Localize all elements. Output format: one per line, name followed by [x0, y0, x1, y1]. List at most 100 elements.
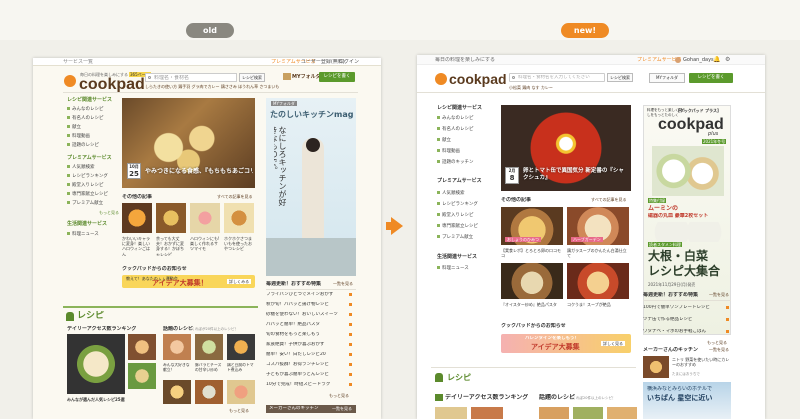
old-daily-item[interactable]: 砂糖を使わない！おいしいスイーツ	[266, 312, 346, 318]
gear-icon[interactable]: ⚙	[725, 56, 730, 64]
old-sidebar-item[interactable]: プレミアム献立	[67, 200, 103, 206]
new-logo[interactable]: cookpad	[449, 71, 507, 87]
old-article-thumb[interactable]	[122, 203, 152, 233]
old-article-thumb[interactable]	[156, 203, 186, 233]
old-topic-thumb[interactable]	[195, 380, 223, 404]
new-article-photo[interactable]	[567, 263, 629, 299]
new-maker-more[interactable]: 一覧を見る	[709, 347, 729, 352]
new-daily-item[interactable]: ワタナベ・マホのお手軽ごはん	[643, 329, 723, 335]
new-banner-button[interactable]: 詳しく見る	[601, 341, 625, 347]
new-topic-thumb[interactable]	[539, 407, 569, 419]
new-sidebar-item[interactable]: レシピランキング	[437, 201, 478, 207]
old-daily-item[interactable]: 旬の食材をもっと楽しもう	[266, 332, 346, 338]
old-topic-thumb[interactable]	[163, 380, 191, 404]
new-article-photo[interactable]: ハーブガーデン	[567, 207, 629, 245]
old-hotwords[interactable]: しらたきの使い方 鶏手羽 グラ肉でカレー 鶏ささみ ほうれん草 さつまいも	[145, 84, 279, 89]
new-hotwords[interactable]: 小松菜 鶏肉 なす カレー	[509, 85, 553, 90]
old-sidebar-more[interactable]: もっと見る	[99, 210, 119, 215]
new-article-title[interactable]: 【実食レポ】とろとろ卵のロコモコ	[501, 248, 563, 260]
new-search-input[interactable]: 料理名・食材名を入力してください	[509, 73, 605, 82]
new-sidebar-item[interactable]: 献立	[437, 137, 451, 143]
old-sidebar-item[interactable]: 専門家献立レシピ	[67, 191, 108, 197]
old-daily-item[interactable]: パパッと簡単！絶品パスタ	[266, 322, 346, 328]
new-article-title[interactable]: 鶏ガラスープのかんたん白湯仕立て	[567, 248, 629, 260]
new-topic-thumb[interactable]	[573, 407, 603, 419]
new-topic-thumb[interactable]	[607, 407, 637, 419]
old-post-button[interactable]: レシピを書く	[319, 72, 355, 82]
old-idea-banner[interactable]: 教えて！あなたのㇺㇺ運動会 アイデア大募集！ 詳しくみる	[122, 275, 255, 288]
old-daily-more2[interactable]: もっと見る	[329, 393, 349, 398]
old-search-button[interactable]: レシピ検索	[239, 73, 265, 82]
old-daily-item[interactable]: 簡単！安い！白だしレシピ20	[266, 352, 346, 358]
new-maker-item[interactable]: ニトリ 野菜を使いたい時にカレーのおすすめ	[672, 357, 730, 371]
new-sidebar-item[interactable]: 話題のキッチン	[437, 159, 474, 165]
old-daily-more[interactable]: 一覧を見る	[333, 281, 353, 286]
old-article-title[interactable]: 余っても大丈夫！おかずに変身する！かぼちゃレシピ	[156, 236, 187, 256]
old-ranking-caption[interactable]: みんなが選んだ人気レシピ25選	[67, 397, 125, 402]
old-daily-item[interactable]: フライパンひとつでメインおかず	[266, 292, 346, 298]
old-ranking-thumb[interactable]	[128, 334, 156, 360]
new-sidebar-item[interactable]: 料理ニュース	[437, 265, 469, 271]
new-maker-thumb[interactable]	[643, 356, 669, 378]
old-article-thumb[interactable]	[190, 203, 220, 233]
new-daily-more[interactable]: 一覧を見る	[709, 292, 729, 297]
old-ranking-thumb[interactable]	[128, 363, 156, 389]
old-topic-title[interactable]: みんな大好きな献立！	[163, 363, 192, 377]
old-maker-more[interactable]: 一覧を見る	[332, 406, 352, 411]
old-topic-thumb[interactable]	[227, 380, 255, 404]
old-article-thumb[interactable]	[224, 203, 254, 233]
old-topic-thumb[interactable]	[163, 334, 191, 360]
old-daily-item[interactable]: 子どもが喜ぶ簡単うどんレシピ	[266, 372, 346, 378]
new-daily-item[interactable]: 100円で簡単ワンプレートレシピ	[643, 305, 723, 311]
old-daily-item[interactable]: 秋が旬！パパッと揚げ物レシピ	[266, 302, 346, 308]
old-topic-title[interactable]: 豚バラとチーズの甘辛い炒め	[195, 363, 224, 377]
old-topic-thumb[interactable]	[227, 334, 255, 360]
new-sidebar-item[interactable]: プレミアム献立	[437, 234, 473, 240]
old-article-title[interactable]: かわいいキャラに変身！楽しいハロウィンごはん	[122, 236, 153, 256]
new-article-photo[interactable]: おしょうのひみつ	[501, 207, 563, 245]
old-sidebar-item[interactable]: 料理動画	[67, 133, 90, 139]
old-sidebar-item[interactable]: 献立	[67, 124, 81, 130]
old-article-title[interactable]: ホクホクさつまいもを使ったおやつレシピ	[224, 236, 255, 256]
old-article-title[interactable]: ハロウィンにも!楽しく作れるサツマイモ	[190, 236, 221, 256]
bell-icon[interactable]: 🔔	[713, 56, 720, 64]
old-recipe-more[interactable]: もっと見る	[229, 408, 249, 413]
old-topic-thumb[interactable]	[195, 334, 223, 360]
old-topic-title[interactable]: 鶏と豆腐のトマト煮込み	[227, 363, 256, 377]
old-login-link[interactable]: ログイン	[339, 59, 359, 66]
old-sidebar-item[interactable]: レシピランキング	[67, 173, 108, 179]
new-sidebar-item[interactable]: 殿堂入りレシピ	[437, 212, 474, 218]
old-sidebar-item[interactable]: 話題のレシピ	[67, 142, 99, 148]
old-articles-more[interactable]: すべての記事を見る	[217, 194, 253, 199]
old-ranking-photo[interactable]	[67, 334, 125, 394]
new-bottom-ad[interactable]: 横浜みなとみらいのホテルで いちばん 星空に近い	[643, 382, 731, 419]
new-my-folder-button[interactable]: MYフォルダ	[649, 73, 685, 83]
new-article-title[interactable]: 『オイスター炒め』絶品パスタ	[501, 302, 563, 314]
old-daily-item[interactable]: コスパ抜群！お得ランチレシピ	[266, 362, 346, 368]
new-articles-more[interactable]: すべての記事を見る	[591, 197, 627, 202]
old-banner-button[interactable]: 詳しくみる	[227, 279, 252, 285]
new-sidebar-item[interactable]: 人気順検索	[437, 190, 465, 196]
new-ranking-thumb[interactable]	[435, 407, 467, 419]
old-my-folder-link[interactable]: MYフォルダ	[292, 74, 321, 81]
old-sidebar-item[interactable]: 殿堂入りレシピ	[67, 182, 104, 188]
old-sidebar-item[interactable]: 有名人のレシピ	[67, 115, 104, 121]
new-search-button[interactable]: レシピ検索	[607, 73, 633, 82]
old-sidebar-item[interactable]: みんなのレシピ	[67, 106, 104, 112]
new-daily-more2[interactable]: もっと見る	[707, 340, 727, 345]
old-daily-item[interactable]: 家族絶賛！子供が喜ぶおかず	[266, 342, 346, 348]
old-services-link[interactable]: サービス一覧	[63, 59, 93, 66]
new-hero-caption[interactable]: 卵とトマト缶で異国気分 新定番の『シャクシュカ』	[523, 168, 627, 182]
new-sidebar-item[interactable]: 有名人のレシピ	[437, 126, 474, 132]
new-daily-item[interactable]: ツナ缶で作る絶品レシピ	[643, 317, 723, 323]
avatar[interactable]	[675, 57, 681, 63]
new-idea-banner[interactable]: バレンタインを楽しもう！ アイデア大募集 詳しく見る	[501, 334, 631, 353]
new-post-button[interactable]: レシピを書く	[689, 73, 733, 83]
new-sidebar-item[interactable]: 専門家献立レシピ	[437, 223, 478, 229]
old-sidebar-item[interactable]: 料理ニュース	[67, 231, 99, 237]
old-search-input[interactable]: 料理名・食材名	[145, 73, 237, 82]
new-article-photo[interactable]	[501, 263, 563, 299]
old-hero-caption[interactable]: やみつきになる食感、『もちもちあごコリコリ』	[145, 166, 253, 175]
new-ranking-thumb[interactable]	[471, 407, 503, 419]
old-daily-item[interactable]: 10分で完成！時短スピードラク	[266, 382, 346, 388]
